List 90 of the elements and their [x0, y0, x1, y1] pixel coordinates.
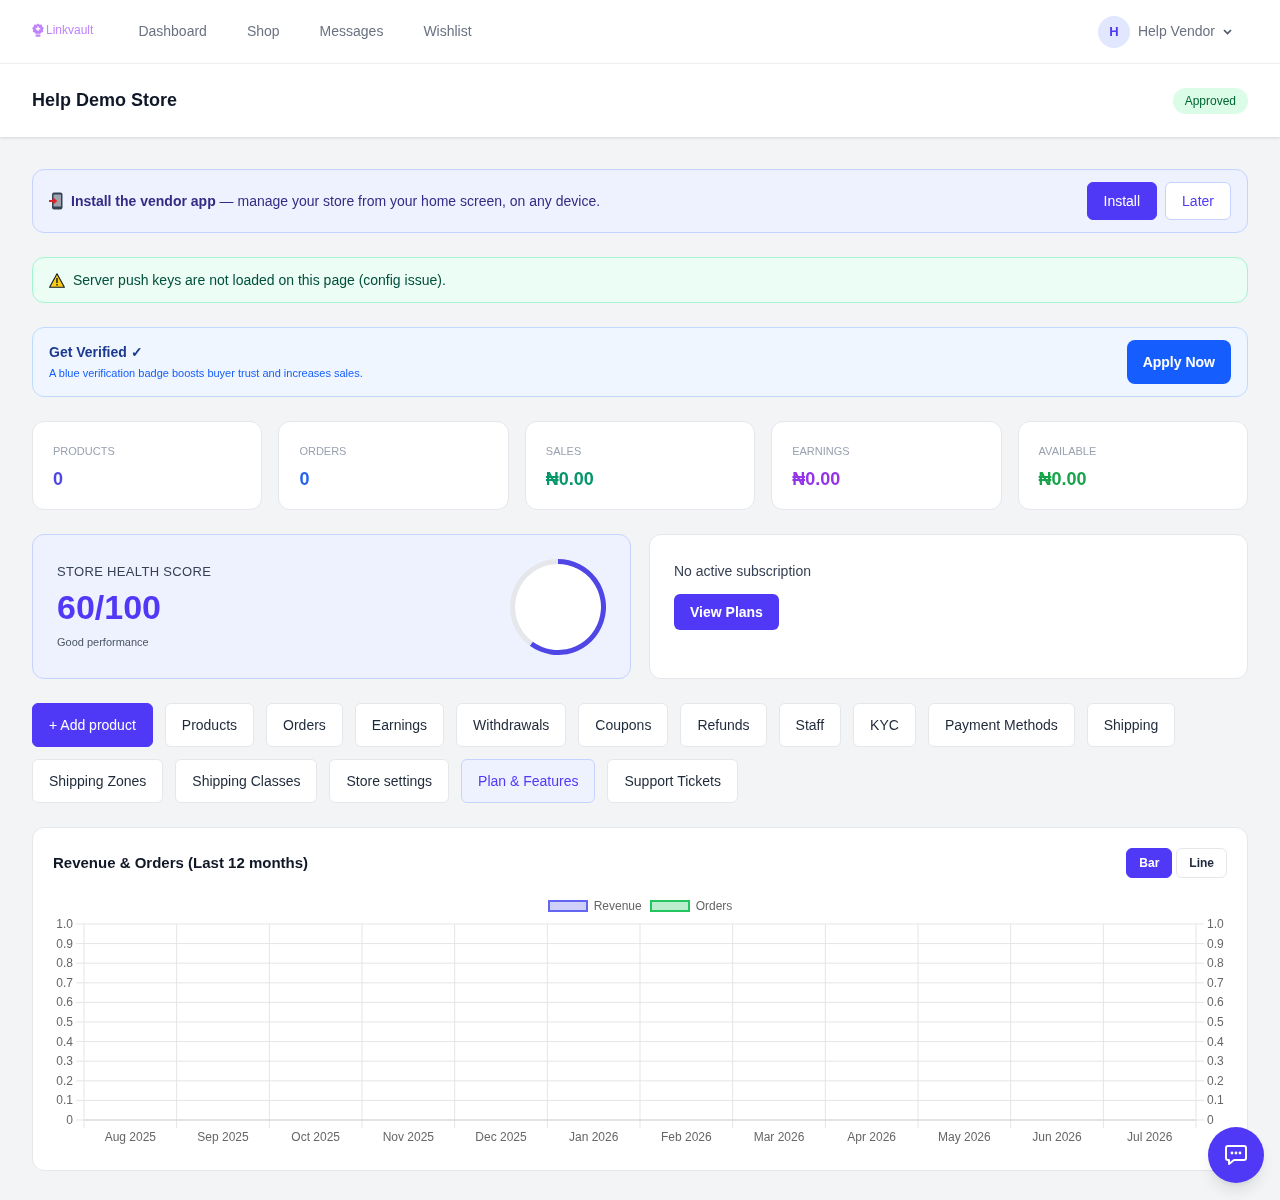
y-axis-label: 0.7	[1207, 975, 1224, 990]
stat-value: ₦0.00	[545, 468, 595, 491]
install-banner-button[interactable]: Later	[1165, 182, 1231, 220]
stat-label: SALES	[545, 444, 583, 459]
user-menu-button[interactable]: Help Vendor	[1137, 21, 1232, 42]
stat-label: AVAILABLE	[1038, 444, 1098, 459]
chart-type-tab[interactable]: Line	[1176, 848, 1227, 878]
y-axis-label: 0.8	[56, 956, 73, 971]
warning-message: Server push keys are not loaded on this page (config issue).	[73, 271, 446, 290]
chevron-down-icon	[1223, 28, 1232, 35]
health-score-note: Good performance	[57, 635, 150, 651]
y-axis-label: 0.3	[56, 1054, 73, 1069]
y-axis-label: 0.2	[56, 1073, 73, 1088]
y-axis-label: 0.8	[1207, 956, 1224, 971]
status-badge: Approved	[1172, 87, 1248, 114]
chart-title: Revenue & Orders (Last 12 months)	[53, 852, 309, 873]
x-axis-label: May 2026	[938, 1130, 991, 1144]
nav-link[interactable]: Dashboard	[138, 21, 207, 42]
stat-value: ₦0.00	[1038, 468, 1088, 491]
chat-button[interactable]	[1208, 1127, 1264, 1183]
quick-action-button[interactable]: Shipping	[1086, 703, 1176, 747]
y-axis-label: 0.1	[56, 1093, 73, 1108]
quick-action-button[interactable]: Payment Methods	[927, 703, 1075, 747]
quick-action-button[interactable]: + Add product	[32, 703, 153, 747]
x-axis-label: Feb 2026	[660, 1130, 712, 1144]
y-axis-label: 1.0	[56, 918, 73, 931]
y-axis-label: 0.2	[1207, 1073, 1224, 1088]
x-axis-label: Jul 2026	[1127, 1130, 1173, 1144]
nav-link[interactable]: Wishlist	[423, 21, 472, 42]
chart-type-tab[interactable]: Bar	[1126, 848, 1173, 878]
stat-value: 0	[53, 468, 64, 491]
health-score-value: 60/100	[57, 586, 162, 628]
quick-action-button[interactable]: Coupons	[578, 703, 669, 747]
y-axis-label: 0.6	[1207, 995, 1224, 1010]
y-axis-label: 0.6	[56, 995, 73, 1010]
store-title: Help Demo Store	[32, 89, 178, 112]
quick-action-button[interactable]: Plan & Features	[461, 759, 596, 803]
view-plans-button[interactable]: View Plans	[674, 594, 779, 630]
x-axis-label: Oct 2025	[291, 1130, 340, 1144]
nav-link[interactable]: Messages	[319, 21, 384, 42]
quick-action-button[interactable]: Shipping Zones	[32, 759, 164, 803]
y-axis-label: 0.4	[1207, 1034, 1224, 1049]
stat-label: EARNINGS	[792, 444, 851, 459]
verify-subtitle: A blue verification badge boosts buyer trust and increases sales.	[49, 366, 363, 382]
warning-icon	[49, 272, 65, 288]
y-axis-label: 0	[66, 1113, 73, 1127]
health-score-title: STORE HEALTH SCORE	[57, 563, 212, 582]
install-message: Install the vendor app — manage your store from your home screen, on any device.	[71, 191, 601, 211]
subscription-status: No active subscription	[674, 562, 811, 581]
y-axis-label: 0	[1207, 1113, 1214, 1127]
x-axis-label: Sep 2025	[197, 1130, 249, 1144]
user-avatar: H	[1097, 15, 1130, 48]
stat-value: 0	[299, 468, 311, 491]
quick-action-button[interactable]: Store settings	[329, 759, 450, 803]
x-axis-label: Aug 2025	[104, 1130, 157, 1144]
stat-label: PRODUCTS	[53, 444, 116, 459]
y-axis-label: 0.4	[56, 1034, 73, 1049]
quick-action-button[interactable]: Support Tickets	[607, 759, 738, 803]
y-axis-label: 0.5	[1207, 1015, 1224, 1029]
y-axis-label: 0.1	[1207, 1093, 1224, 1108]
quick-action-button[interactable]: Earnings	[354, 703, 445, 747]
install-banner-button[interactable]: Install	[1086, 182, 1158, 220]
quick-action-button[interactable]: KYC	[853, 703, 916, 747]
y-axis-label: 0.9	[1207, 936, 1224, 951]
quick-action-button[interactable]: Orders	[266, 703, 343, 747]
quick-action-button[interactable]: Staff	[778, 703, 842, 747]
stat-value: ₦0.00	[792, 468, 842, 491]
nav-link[interactable]: Shop	[246, 21, 280, 42]
y-axis-label: 0.9	[56, 936, 73, 951]
quick-action-button[interactable]: Refunds	[680, 703, 767, 747]
chat-bubble-icon	[1225, 1145, 1247, 1165]
x-axis-label: Dec 2025	[475, 1130, 527, 1144]
legend-label: Orders	[695, 898, 733, 914]
logo-icon	[32, 22, 44, 37]
x-axis-label: Jun 2026	[1032, 1130, 1082, 1144]
quick-action-button[interactable]: Products	[164, 703, 255, 747]
x-axis-label: Nov 2025	[382, 1130, 434, 1144]
verify-title: Get Verified ✓	[49, 343, 144, 363]
y-axis-label: 0.5	[56, 1015, 73, 1029]
x-axis-label: Jan 2026	[568, 1130, 619, 1144]
quick-action-button[interactable]: Shipping Classes	[175, 759, 318, 803]
legend-label: Revenue	[593, 898, 642, 914]
y-axis-label: 0.7	[56, 975, 73, 990]
quick-action-button[interactable]: Withdrawals	[456, 703, 567, 747]
y-axis-label: 0.3	[1207, 1054, 1224, 1069]
x-axis-label: Mar 2026	[753, 1130, 805, 1144]
stat-label: ORDERS	[299, 444, 348, 459]
x-axis-label: Apr 2026	[847, 1130, 896, 1144]
apply-now-button[interactable]: Apply Now	[1126, 340, 1231, 384]
y-axis-label: 1.0	[1207, 918, 1224, 931]
